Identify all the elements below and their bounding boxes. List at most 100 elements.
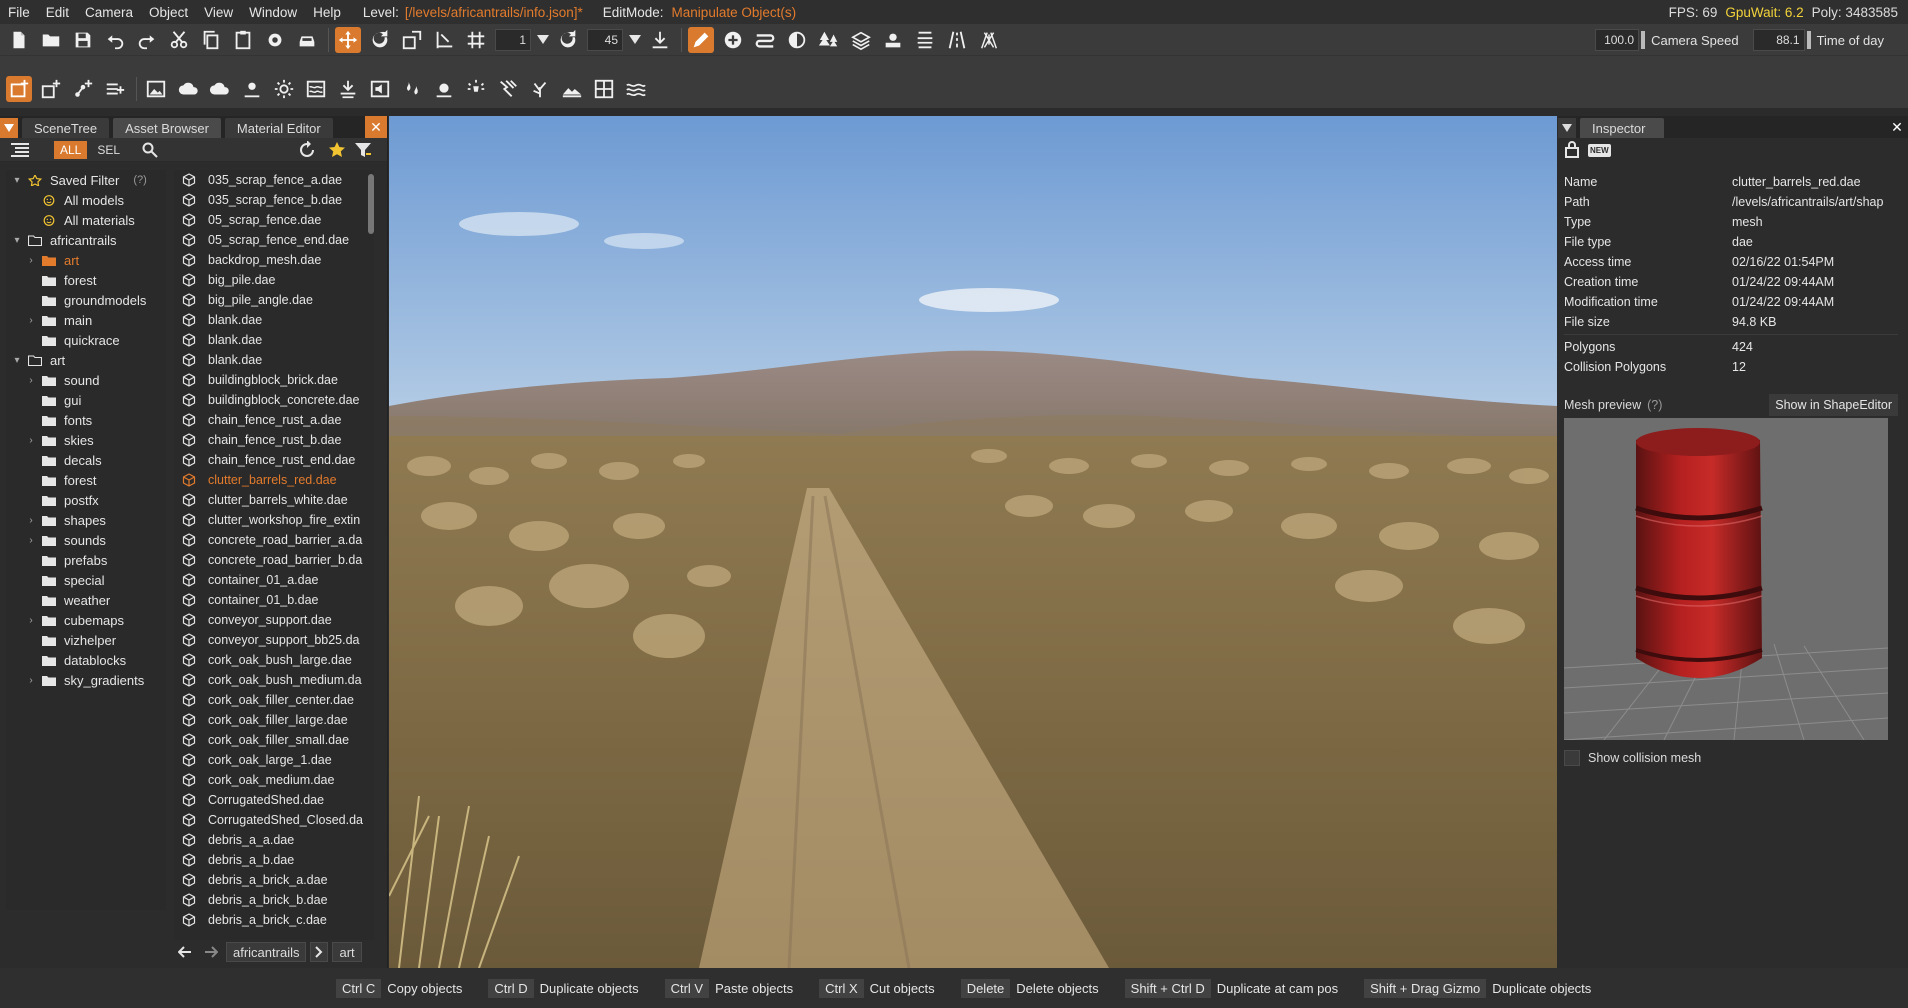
- show-collision-checkbox[interactable]: [1564, 750, 1580, 766]
- file-list-item[interactable]: debris_a_a.dae: [174, 830, 370, 850]
- chevron-right-icon[interactable]: ›: [26, 315, 36, 326]
- tree-item[interactable]: vizhelper: [6, 630, 166, 650]
- tree-item[interactable]: groundmodels: [6, 290, 166, 310]
- file-list-item[interactable]: debris_a_brick_c.dae: [174, 910, 370, 930]
- file-list-item[interactable]: chain_fence_rust_a.dae: [174, 410, 370, 430]
- file-list-item[interactable]: blank.dae: [174, 330, 370, 350]
- point-light-icon[interactable]: [431, 76, 457, 102]
- paste-icon[interactable]: [230, 27, 256, 53]
- file-list-item[interactable]: cork_oak_bush_large.dae: [174, 650, 370, 670]
- tree-item[interactable]: › skies: [6, 430, 166, 450]
- file-list-item[interactable]: 05_scrap_fence.dae: [174, 210, 370, 230]
- spawn-point-icon[interactable]: [335, 76, 361, 102]
- rotate-snap-dropdown-icon[interactable]: [629, 35, 641, 44]
- terrain-icon[interactable]: [559, 76, 585, 102]
- file-list-item[interactable]: debris_a_b.dae: [174, 850, 370, 870]
- copy-icon[interactable]: [198, 27, 224, 53]
- road-lanes-icon[interactable]: [944, 27, 970, 53]
- weather-icon[interactable]: [239, 76, 265, 102]
- tree-item[interactable]: weather: [6, 590, 166, 610]
- cut-icon[interactable]: [166, 27, 192, 53]
- new-window-icon[interactable]: NEW: [1588, 143, 1611, 157]
- tree-item[interactable]: fonts: [6, 410, 166, 430]
- breadcrumb-africantrails[interactable]: africantrails: [226, 942, 307, 962]
- rotate-snap-icon[interactable]: [555, 27, 581, 53]
- chevron-down-icon[interactable]: ▾: [12, 355, 22, 366]
- time-of-day-slider-handle[interactable]: [1806, 31, 1811, 49]
- file-list-item[interactable]: 05_scrap_fence_end.dae: [174, 230, 370, 250]
- save-icon[interactable]: [70, 27, 96, 53]
- panel-menu-icon[interactable]: [1558, 118, 1576, 138]
- settings-gear-icon[interactable]: [262, 27, 288, 53]
- tab-material-editor[interactable]: Material Editor: [224, 118, 333, 138]
- drop-to-ground-icon[interactable]: [647, 27, 673, 53]
- mesh-road-icon[interactable]: [976, 27, 1002, 53]
- rotate-snap-input[interactable]: 45: [587, 28, 623, 51]
- menu-help[interactable]: Help: [305, 5, 349, 20]
- file-list-item[interactable]: chain_fence_rust_b.dae: [174, 430, 370, 450]
- new-file-icon[interactable]: [6, 27, 32, 53]
- tree-item[interactable]: › cubemaps: [6, 610, 166, 630]
- river-icon[interactable]: [912, 27, 938, 53]
- terrain-paint-icon[interactable]: [784, 27, 810, 53]
- close-icon[interactable]: ✕: [1886, 116, 1908, 138]
- move-gizmo-icon[interactable]: [335, 26, 361, 53]
- file-list-item[interactable]: concrete_road_barrier_b.da: [174, 550, 370, 570]
- chevron-right-icon[interactable]: ›: [26, 535, 36, 546]
- tree-item[interactable]: All models: [6, 190, 166, 210]
- chevron-right-icon[interactable]: ›: [26, 515, 36, 526]
- help-hint[interactable]: (?): [1647, 398, 1662, 412]
- grid-icon[interactable]: [591, 76, 617, 102]
- grid-snap-input[interactable]: 1: [495, 28, 531, 51]
- file-list-item[interactable]: big_pile.dae: [174, 270, 370, 290]
- time-of-day-input[interactable]: 88.1: [1752, 29, 1805, 51]
- file-list-item[interactable]: cork_oak_medium.dae: [174, 770, 370, 790]
- rotate-gizmo-icon[interactable]: [367, 27, 393, 53]
- grid-snap-icon[interactable]: [463, 27, 489, 53]
- file-list-item[interactable]: concrete_road_barrier_a.da: [174, 530, 370, 550]
- menu-camera[interactable]: Camera: [77, 5, 141, 20]
- tree-item[interactable]: ▾ Saved Filter (?): [6, 170, 166, 190]
- 3d-viewport[interactable]: [389, 116, 1557, 968]
- file-list-item[interactable]: cork_oak_filler_large.dae: [174, 710, 370, 730]
- tab-inspector[interactable]: Inspector: [1580, 118, 1664, 138]
- file-list-item[interactable]: chain_fence_rust_end.dae: [174, 450, 370, 470]
- file-list-item[interactable]: big_pile_angle.dae: [174, 290, 370, 310]
- mesh-preview[interactable]: [1564, 418, 1888, 740]
- sun-icon[interactable]: [271, 76, 297, 102]
- place-object-icon[interactable]: [6, 76, 32, 102]
- lightning-icon[interactable]: [495, 76, 521, 102]
- file-list-item[interactable]: clutter_barrels_red.dae: [174, 470, 370, 490]
- road-icon[interactable]: [752, 27, 778, 53]
- tree-item[interactable]: › shapes: [6, 510, 166, 530]
- tree-item[interactable]: special: [6, 570, 166, 590]
- chevron-right-icon[interactable]: ›: [26, 375, 36, 386]
- lock-icon[interactable]: [1564, 140, 1580, 161]
- tab-scenetree[interactable]: SceneTree: [22, 118, 110, 138]
- cloud-icon[interactable]: [175, 76, 201, 102]
- tree-item[interactable]: › main: [6, 310, 166, 330]
- tree-item[interactable]: All materials: [6, 210, 166, 230]
- file-list-item[interactable]: conveyor_support.dae: [174, 610, 370, 630]
- undo-icon[interactable]: [102, 27, 128, 53]
- snap-icon[interactable]: [431, 27, 457, 53]
- layers-icon[interactable]: [848, 27, 874, 53]
- filter-all-button[interactable]: ALL: [54, 140, 88, 159]
- file-list-item[interactable]: buildingblock_brick.dae: [174, 370, 370, 390]
- file-list-item[interactable]: blank.dae: [174, 350, 370, 370]
- picture-icon[interactable]: [143, 76, 169, 102]
- camera-speed-slider-handle[interactable]: [1641, 31, 1646, 49]
- file-list-item[interactable]: buildingblock_concrete.dae: [174, 390, 370, 410]
- help-hint[interactable]: (?): [133, 174, 146, 186]
- back-arrow-icon[interactable]: [174, 946, 196, 958]
- chevron-down-icon[interactable]: ▾: [12, 175, 22, 186]
- pencil-edit-icon[interactable]: [688, 26, 714, 53]
- camera-speed-input[interactable]: 100.0: [1595, 29, 1640, 51]
- spot-light-icon[interactable]: [463, 76, 489, 102]
- file-list-item[interactable]: CorrugatedShed.dae: [174, 790, 370, 810]
- menu-view[interactable]: View: [196, 5, 241, 20]
- tree-item[interactable]: decals: [6, 450, 166, 470]
- ground-cover-icon[interactable]: [527, 76, 553, 102]
- filter-selected-button[interactable]: SEL: [91, 141, 126, 159]
- particle-emitter-icon[interactable]: [399, 76, 425, 102]
